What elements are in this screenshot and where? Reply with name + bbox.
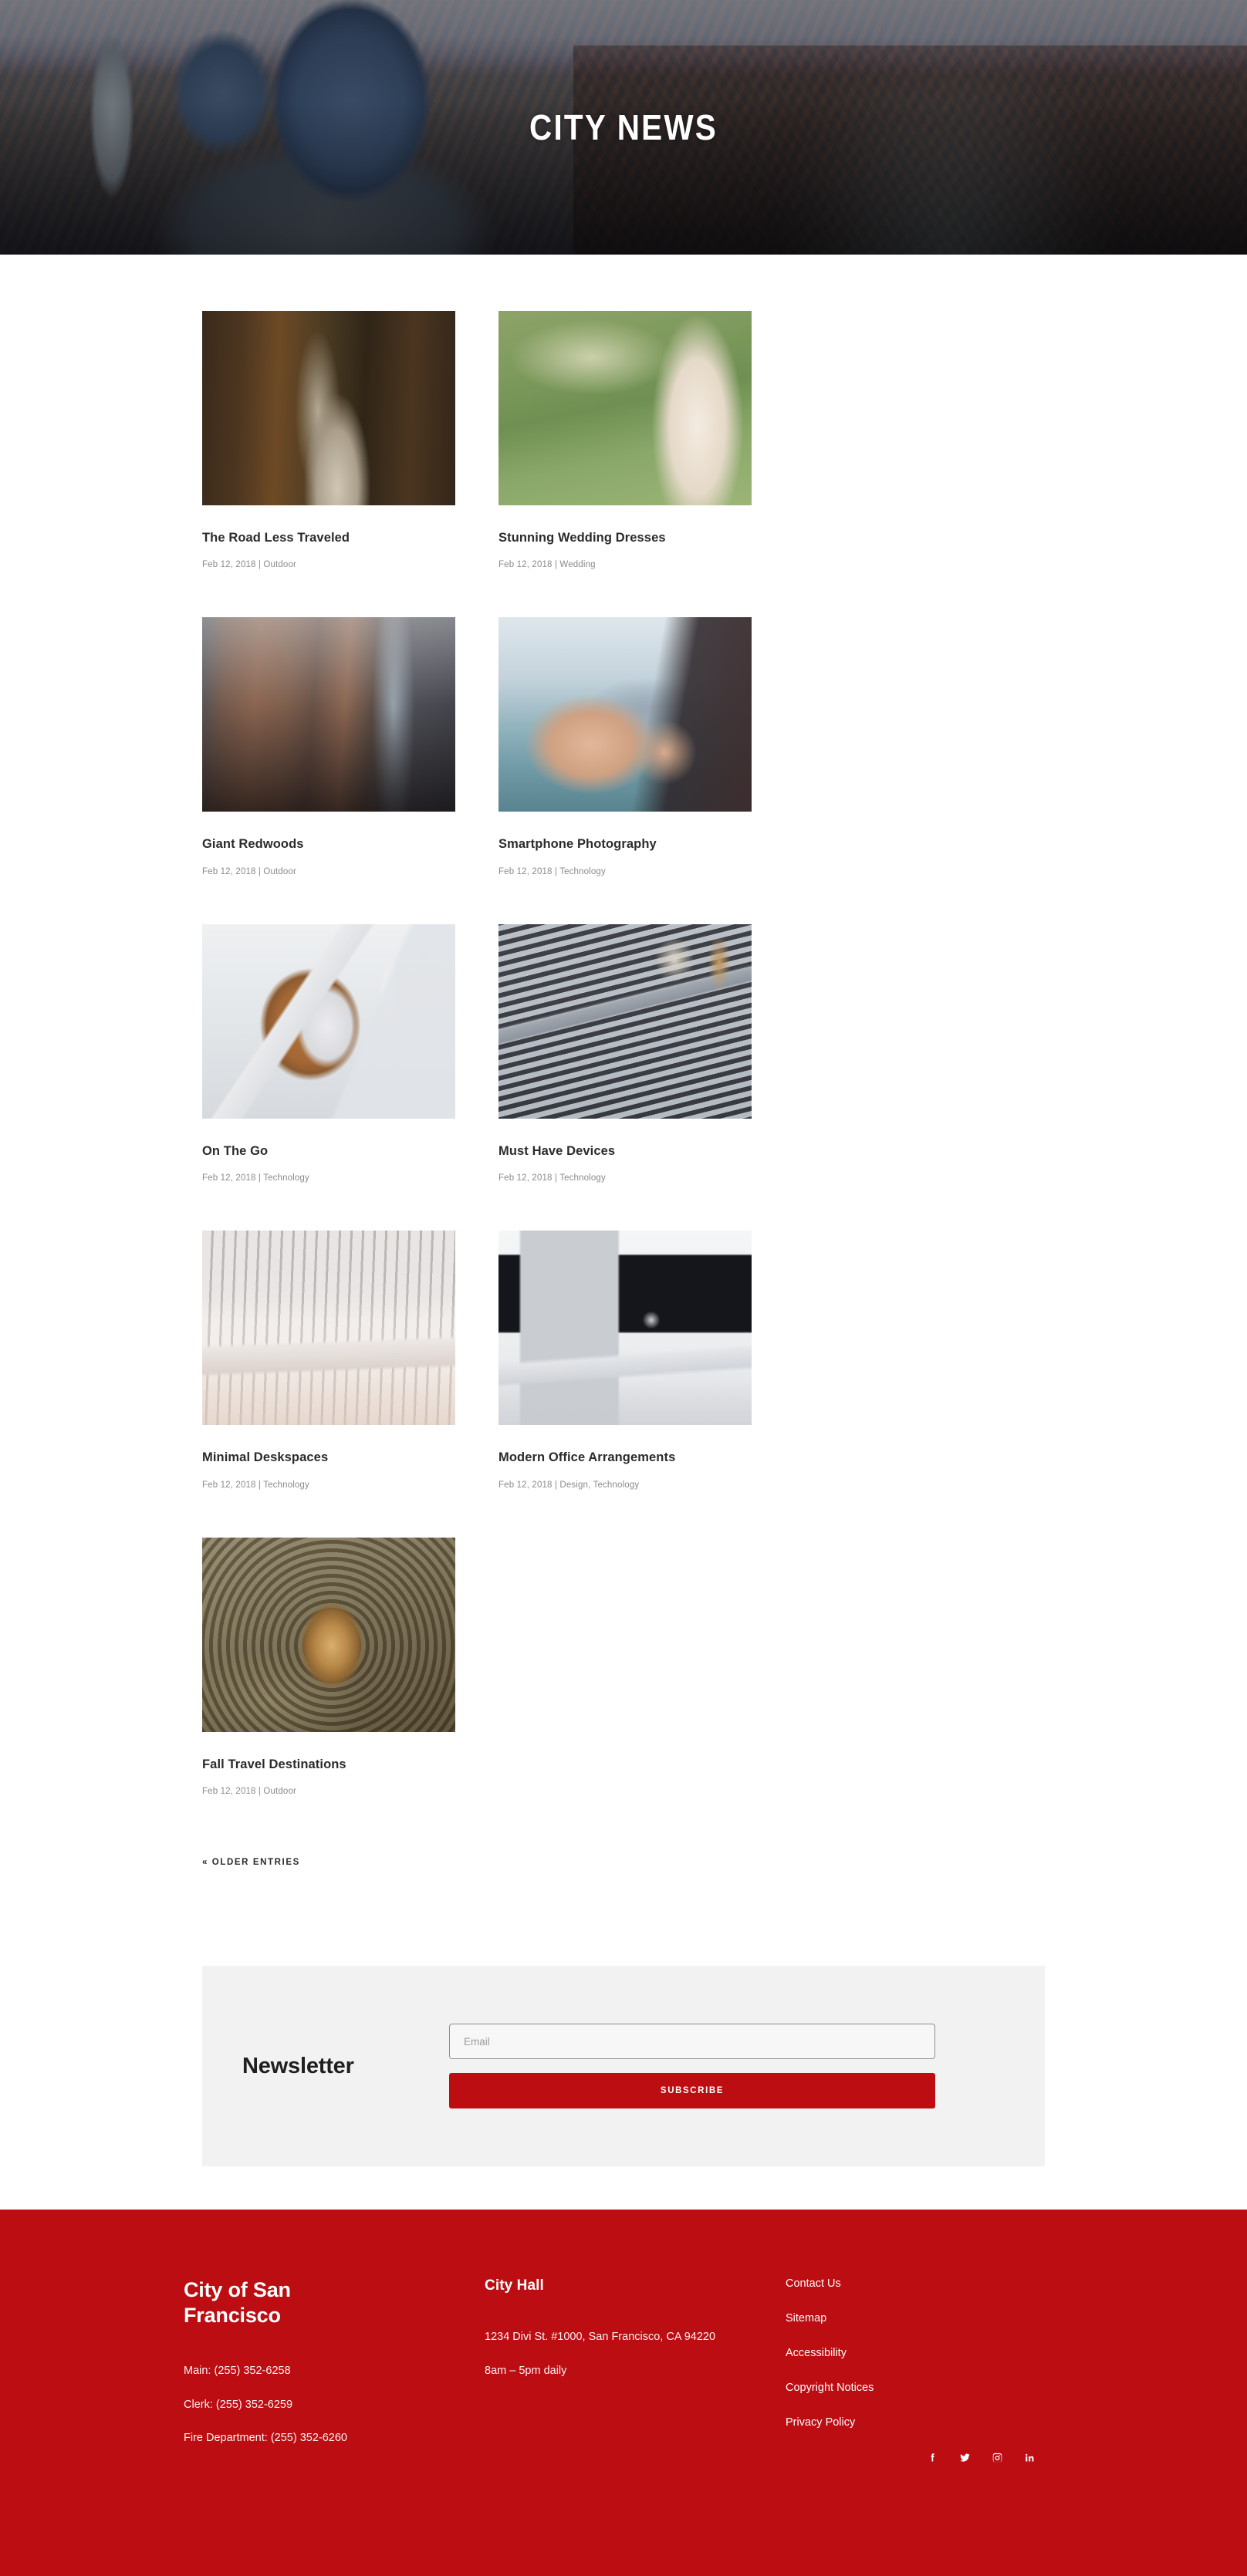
newsletter-panel: Newsletter SUBSCRIBE [202, 1966, 1045, 2167]
blog-post-card[interactable]: Smartphone Photography Feb 12, 2018 | Tec… [498, 617, 752, 876]
blog-container: The Road Less Traveled Feb 12, 2018 | Out… [202, 311, 1045, 1869]
post-title[interactable]: Modern Office Arrangements [498, 1450, 752, 1466]
post-thumbnail[interactable] [202, 1231, 455, 1426]
post-title[interactable]: Minimal Deskspaces [202, 1450, 455, 1466]
post-title[interactable]: Smartphone Photography [498, 836, 752, 852]
post-title[interactable]: Fall Travel Destinations [202, 1757, 455, 1773]
footer-cityhall-address: 1234 Divi St. #1000, San Francisco, CA 9… [485, 2331, 716, 2344]
post-title[interactable]: Giant Redwoods [202, 836, 455, 852]
footer-link[interactable]: Sitemap [786, 2312, 1040, 2324]
post-meta: Feb 12, 2018 | Technology [498, 866, 606, 876]
post-meta: Feb 12, 2018 | Wedding [498, 560, 596, 570]
post-meta: Feb 12, 2018 | Design, Technology [498, 1480, 640, 1490]
blog-post-card[interactable]: Fall Travel Destinations Feb 12, 2018 | O… [202, 1537, 455, 1797]
post-title[interactable]: Must Have Devices [498, 1143, 752, 1160]
post-thumbnail[interactable] [202, 617, 455, 812]
blog-post-card[interactable]: Stunning Wedding Dresses Feb 12, 2018 | W… [498, 311, 752, 569]
post-meta: Feb 12, 2018 | Outdoor [202, 560, 297, 570]
footer-phone-main: Main: (255) 352-6258 [184, 2365, 291, 2378]
post-title[interactable]: The Road Less Traveled [202, 530, 455, 546]
post-thumbnail[interactable] [498, 617, 752, 812]
post-meta: Feb 12, 2018 | Technology [202, 1480, 309, 1490]
post-thumbnail[interactable] [202, 311, 455, 505]
newsletter-title: Newsletter [242, 2053, 354, 2078]
post-meta: Feb 12, 2018 | Outdoor [202, 866, 297, 876]
footer-link[interactable]: Accessibility [786, 2347, 1040, 2359]
post-meta: Feb 12, 2018 | Technology [202, 1173, 309, 1183]
footer-column-organization: City of San Francisco Main: (255) 352-62… [184, 2277, 485, 2464]
post-meta: Feb 12, 2018 | Technology [498, 1173, 606, 1183]
instagram-icon[interactable] [991, 2451, 1004, 2464]
footer-phone-clerk: Clerk: (255) 352-6259 [184, 2398, 293, 2411]
footer-link-list: Contact Us Sitemap Accessibility Copyright … [786, 2277, 1040, 2429]
post-thumbnail[interactable] [202, 923, 455, 1119]
page-title: CITY NEWS [529, 107, 718, 147]
linkedin-icon[interactable] [1023, 2451, 1036, 2464]
twitter-icon[interactable] [958, 2451, 972, 2464]
post-title[interactable]: On The Go [202, 1143, 455, 1160]
blog-post-card[interactable]: Giant Redwoods Feb 12, 2018 | Outdoor [202, 617, 455, 876]
blog-post-card[interactable]: Must Have Devices Feb 12, 2018 | Technolo… [498, 923, 752, 1183]
footer-org-name: City of San Francisco [184, 2278, 291, 2328]
newsletter-section: Newsletter SUBSCRIBE [0, 1869, 1247, 2210]
post-title[interactable]: Stunning Wedding Dresses [498, 530, 752, 546]
post-meta: Feb 12, 2018 | Outdoor [202, 1787, 297, 1797]
post-thumbnail[interactable] [498, 311, 752, 505]
hero-banner: CITY NEWS [0, 0, 1247, 255]
newsletter-form: SUBSCRIBE [449, 2024, 935, 2109]
older-entries-link[interactable]: « OLDER ENTRIES [202, 1858, 300, 1867]
email-input[interactable] [449, 2024, 935, 2060]
blog-post-card[interactable]: The Road Less Traveled Feb 12, 2018 | Out… [202, 311, 455, 569]
footer-column-links: Contact Us Sitemap Accessibility Copyright … [786, 2277, 1040, 2464]
footer-link[interactable]: Contact Us [786, 2277, 1040, 2290]
post-thumbnail[interactable] [498, 923, 752, 1119]
blog-post-grid: The Road Less Traveled Feb 12, 2018 | Out… [202, 311, 1045, 1844]
footer-link[interactable]: Copyright Notices [786, 2382, 1040, 2394]
footer-phone-fire: Fire Department: (255) 352-6260 [184, 2432, 347, 2445]
footer-cityhall-heading: City Hall [485, 2277, 544, 2294]
facebook-icon[interactable] [926, 2451, 939, 2464]
blog-post-card[interactable]: Minimal Deskspaces Feb 12, 2018 | Technol… [202, 1231, 455, 1490]
blog-post-card[interactable]: On The Go Feb 12, 2018 | Technology [202, 923, 455, 1183]
post-thumbnail[interactable] [202, 1537, 455, 1732]
footer-column-cityhall: City Hall 1234 Divi St. #1000, San Franc… [485, 2277, 786, 2464]
footer-cityhall-hours: 8am – 5pm daily [485, 2364, 567, 2377]
main-content: The Road Less Traveled Feb 12, 2018 | Out… [0, 255, 1247, 2210]
footer-columns: City of San Francisco Main: (255) 352-62… [184, 2277, 1063, 2464]
site-footer: City of San Francisco Main: (255) 352-62… [0, 2210, 1247, 2576]
subscribe-button[interactable]: SUBSCRIBE [449, 2073, 935, 2109]
footer-link[interactable]: Privacy Policy [786, 2416, 1040, 2429]
social-links [786, 2451, 1040, 2464]
post-thumbnail[interactable] [498, 1231, 752, 1426]
blog-post-card[interactable]: Modern Office Arrangements Feb 12, 2018 |… [498, 1231, 752, 1490]
